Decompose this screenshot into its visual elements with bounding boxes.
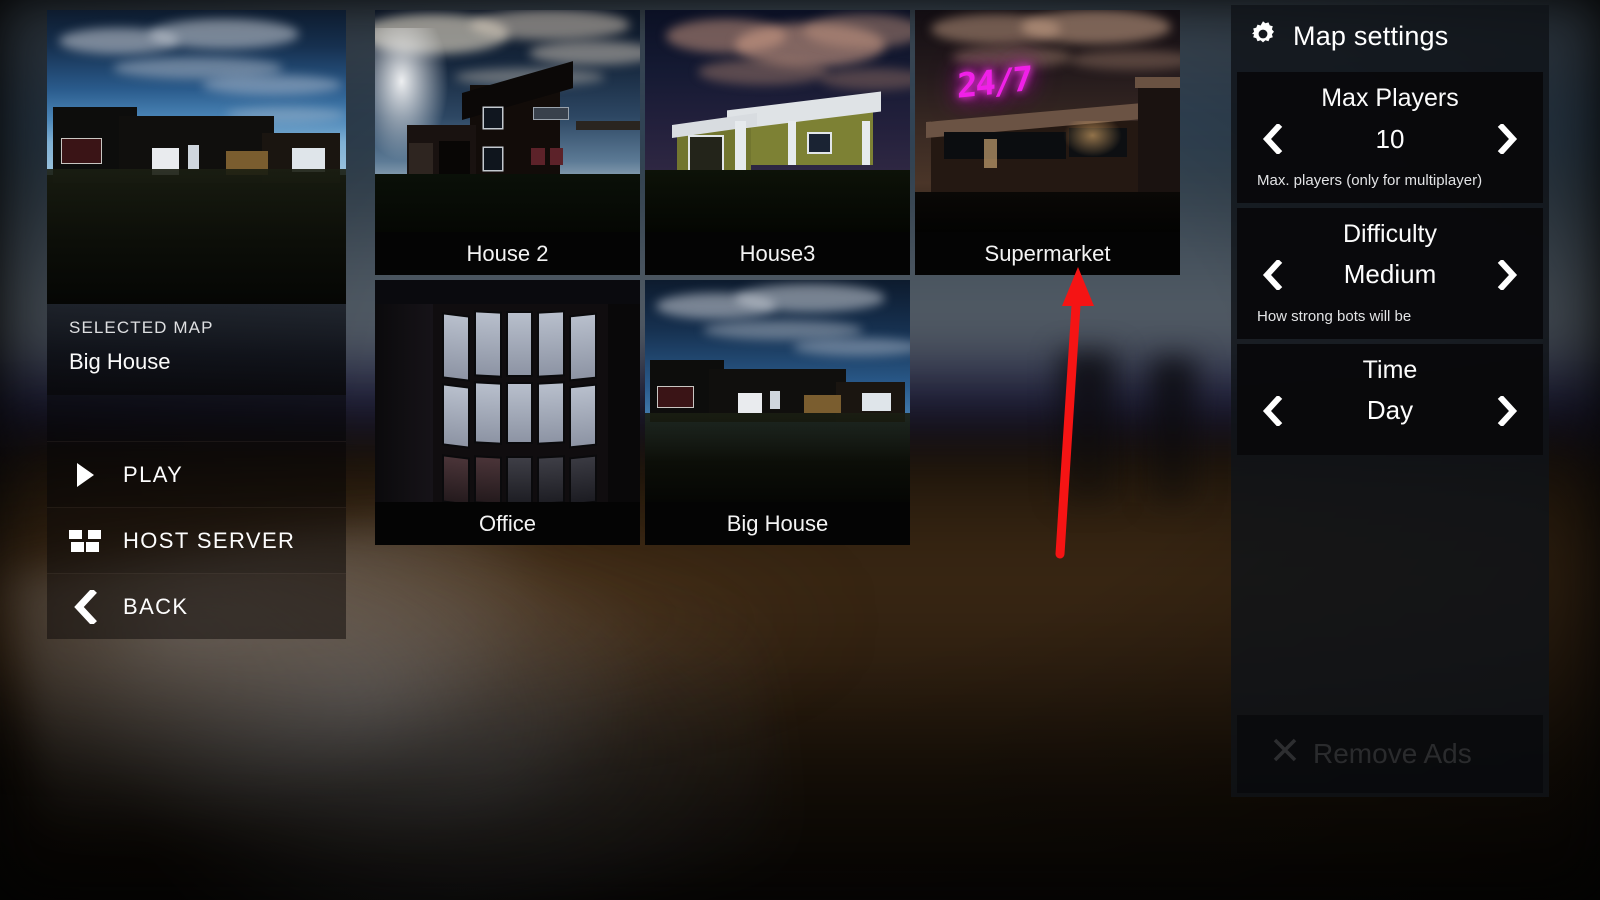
time-prev-button[interactable] — [1255, 391, 1289, 431]
host-server-button-label: HOST SERVER — [123, 527, 296, 553]
difficulty-prev-button[interactable] — [1255, 255, 1289, 295]
setting-difficulty-value: Medium — [1343, 259, 1437, 290]
selected-map-label: SELECTED MAP — [69, 318, 214, 337]
time-next-button[interactable] — [1491, 391, 1525, 431]
close-x-icon — [1271, 736, 1299, 771]
max-players-next-button[interactable] — [1491, 119, 1525, 159]
map-card-label-supermarket: Supermarket — [915, 232, 1180, 275]
map-thumbnail-house-2 — [375, 10, 640, 232]
gear-icon — [1247, 18, 1279, 55]
host-server-button[interactable]: HOST SERVER — [47, 507, 346, 573]
setting-max-players-value: 10 — [1375, 123, 1405, 154]
map-settings-header: Map settings — [1231, 5, 1549, 67]
setting-difficulty-name: Difficulty — [1342, 219, 1437, 248]
map-selection-grid: House 2 House3 24/7 Supermarket Office B… — [375, 10, 1190, 545]
back-button[interactable]: BACK — [47, 573, 346, 639]
map-card-label-house-2: House 2 — [375, 232, 640, 275]
map-card-office[interactable]: Office — [375, 280, 640, 545]
play-button[interactable]: PLAY — [47, 441, 346, 507]
map-card-label-office: Office — [375, 502, 640, 545]
map-card-big-house[interactable]: Big House — [645, 280, 910, 545]
play-button-label: PLAY — [123, 461, 184, 487]
servers-icon — [47, 529, 123, 552]
max-players-prev-button[interactable] — [1255, 119, 1289, 159]
setting-time-name: Time — [1362, 355, 1418, 384]
map-settings-panel: Map settings Max Players 10 Max. players… — [1231, 5, 1549, 797]
setting-time-description — [1237, 435, 1543, 443]
map-card-house3[interactable]: House3 — [645, 10, 910, 275]
map-thumbnail-supermarket: 24/7 — [915, 10, 1180, 232]
selected-map-name: Big House — [69, 349, 171, 374]
supermarket-neon-sign: 24/7 — [957, 59, 1032, 108]
remove-ads-label: Remove Ads — [1313, 737, 1472, 769]
difficulty-next-button[interactable] — [1491, 255, 1525, 295]
back-button-label: BACK — [123, 593, 189, 619]
setting-time-value: Day — [1366, 395, 1414, 426]
selected-map-panel: SELECTED MAP Big House PLAY HOST SERVER … — [47, 10, 346, 639]
setting-difficulty: Difficulty Medium How strong bots will b… — [1237, 207, 1543, 339]
map-card-supermarket[interactable]: 24/7 Supermarket — [915, 10, 1180, 275]
chevron-left-icon — [47, 589, 123, 624]
setting-difficulty-description: How strong bots will be — [1257, 307, 1412, 325]
setting-max-players-description: Max. players (only for multiplayer) — [1257, 172, 1483, 189]
map-thumbnail-office — [375, 280, 640, 502]
settings-spacer — [1231, 455, 1549, 715]
map-card-label-big-house: Big House — [645, 502, 910, 545]
map-settings-title: Map settings — [1293, 20, 1449, 51]
map-card-label-house3: House3 — [645, 232, 910, 275]
map-card-house-2[interactable]: House 2 — [375, 10, 640, 275]
setting-max-players-name: Max Players — [1321, 84, 1459, 112]
menu-spacer — [47, 395, 346, 441]
map-thumbnail-house3 — [645, 10, 910, 232]
remove-ads-button[interactable]: Remove Ads — [1237, 714, 1543, 793]
play-triangle-icon — [47, 462, 123, 487]
selected-map-info: SELECTED MAP Big House — [47, 304, 346, 395]
setting-max-players: Max Players 10 Max. players (only for mu… — [1237, 72, 1543, 203]
map-thumbnail-big-house — [645, 280, 910, 502]
setting-time: Time Day — [1237, 343, 1543, 455]
selected-map-preview — [47, 10, 346, 304]
